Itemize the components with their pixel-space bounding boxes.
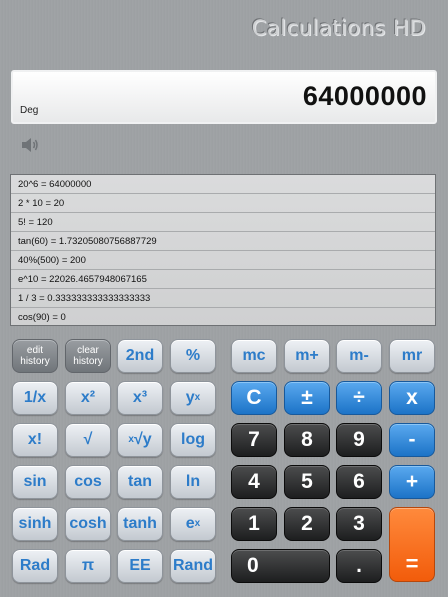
clear-button[interactable]: C [231,381,277,415]
multiply-button[interactable]: x [389,381,435,415]
digit-5-button[interactable]: 5 [284,465,330,499]
reciprocal-button[interactable]: 1/x [12,381,58,415]
digit-9-button[interactable]: 9 [336,423,382,457]
plus-minus-button[interactable]: ± [284,381,330,415]
digit-4-button[interactable]: 4 [231,465,277,499]
memory-subtract-button[interactable]: m- [336,339,382,373]
history-item[interactable]: 20^6 = 64000000 [11,175,435,194]
display-panel: Deg 64000000 [11,70,437,124]
digit-0-button[interactable]: 0 [231,549,330,583]
digit-2-button[interactable]: 2 [284,507,330,541]
rad-button[interactable]: Rad [12,549,58,583]
exp-base: e [185,515,195,532]
history-item[interactable]: 40%(500) = 200 [11,251,435,270]
memory-recall-button[interactable]: mr [389,339,435,373]
add-button[interactable]: + [389,465,435,499]
history-item[interactable]: 2 * 10 = 20 [11,194,435,213]
percent-button[interactable]: % [170,339,216,373]
speaker-icon[interactable] [20,136,40,154]
cube-button[interactable]: x³ [117,381,163,415]
clear-history-button[interactable]: clear history [65,339,111,373]
decimal-point-button[interactable]: . [336,549,382,583]
digit-3-button[interactable]: 3 [336,507,382,541]
digit-1-button[interactable]: 1 [231,507,277,541]
digit-6-button[interactable]: 6 [336,465,382,499]
app-title: Calculations HD [251,16,426,40]
rand-button[interactable]: Rand [170,549,216,583]
ln-button[interactable]: ln [170,465,216,499]
factorial-button[interactable]: x! [12,423,58,457]
nth-root-button[interactable]: x √y [117,423,163,457]
exp-button[interactable]: ex [170,507,216,541]
digit-8-button[interactable]: 8 [284,423,330,457]
history-item[interactable]: 1 / 3 = 0.333333333333333333 [11,289,435,308]
history-item[interactable]: tan(60) = 1.73205080756887729 [11,232,435,251]
history-item[interactable]: cos(90) = 0 [11,308,435,325]
power-base: y [185,389,195,406]
power-button[interactable]: yx [170,381,216,415]
angle-mode-indicator: Deg [20,105,39,116]
cosh-button[interactable]: cosh [65,507,111,541]
display-value: 64000000 [302,81,427,111]
log-button[interactable]: log [170,423,216,457]
square-button[interactable]: x² [65,381,111,415]
history-item[interactable]: e^10 = 22026.4657948067165 [11,270,435,289]
pi-button[interactable]: π [65,549,111,583]
square-root-button[interactable]: √ [65,423,111,457]
tan-button[interactable]: tan [117,465,163,499]
divide-button[interactable]: ÷ [336,381,382,415]
digit-7-button[interactable]: 7 [231,423,277,457]
root-radicand: √y [133,431,152,448]
subtract-button[interactable]: - [389,423,435,457]
sinh-button[interactable]: sinh [12,507,58,541]
memory-clear-button[interactable]: mc [231,339,277,373]
cos-button[interactable]: cos [65,465,111,499]
tanh-button[interactable]: tanh [117,507,163,541]
history-item[interactable]: 5! = 120 [11,213,435,232]
second-function-button[interactable]: 2nd [117,339,163,373]
memory-add-button[interactable]: m+ [284,339,330,373]
equals-button[interactable]: = [389,507,435,582]
history-list[interactable]: 20^6 = 64000000 2 * 10 = 20 5! = 120 tan… [10,174,436,326]
ee-button[interactable]: EE [117,549,163,583]
edit-history-button[interactable]: edit history [12,339,58,373]
sin-button[interactable]: sin [12,465,58,499]
